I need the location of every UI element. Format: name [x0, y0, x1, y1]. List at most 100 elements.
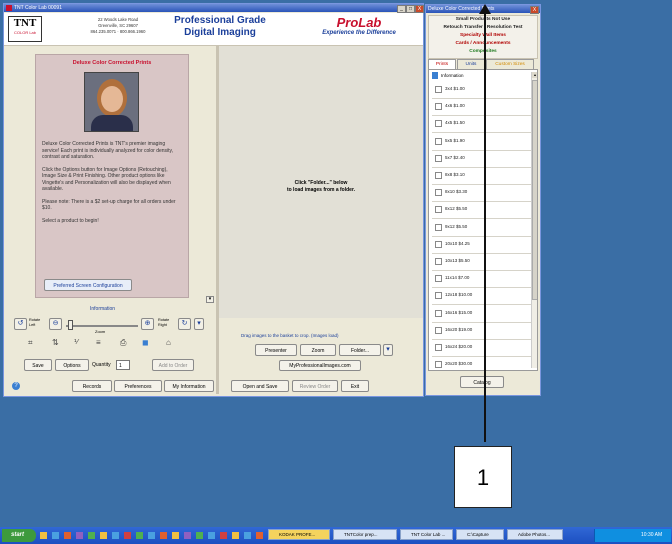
- flip-icon[interactable]: ⇅: [52, 338, 59, 347]
- price-item-checkbox[interactable]: [435, 86, 442, 93]
- preferences-button[interactable]: Preferences: [114, 380, 162, 392]
- price-list-item[interactable]: 9x12 $5.50: [432, 220, 533, 237]
- add-to-order-label: Add to Order: [158, 363, 188, 369]
- open-save-button[interactable]: Open and Save: [231, 380, 289, 392]
- folder-button[interactable]: Folder...: [339, 344, 381, 356]
- options-button[interactable]: Options: [55, 359, 89, 371]
- price-item-checkbox[interactable]: [435, 120, 442, 128]
- price-item-checkbox[interactable]: [435, 240, 442, 248]
- start-button[interactable]: start: [2, 529, 36, 542]
- zoom-slider[interactable]: Zoom: [66, 320, 138, 334]
- center-zoom-button[interactable]: Zoom: [300, 344, 336, 356]
- price-item-checkbox[interactable]: [435, 344, 442, 351]
- price-item-checkbox[interactable]: [435, 172, 442, 179]
- price-list-scrollbar[interactable]: ▴: [531, 72, 537, 368]
- category-tab[interactable]: Prints: [428, 59, 456, 69]
- price-list-item[interactable]: 8x8 $3.10: [432, 168, 533, 185]
- my-images-label: MyProfessionalImages.com: [289, 363, 351, 369]
- price-list-item[interactable]: 8x10 $3.30: [432, 185, 533, 203]
- price-list-item[interactable]: 4x5 $1.50: [432, 116, 533, 134]
- category-menu: Small Products Not Use Retouch Transfer /…: [428, 15, 538, 59]
- price-list-item[interactable]: 16x24 $20.00: [432, 340, 533, 357]
- help-icon[interactable]: ?: [12, 382, 20, 390]
- price-list-item[interactable]: 8x12 $5.50: [432, 202, 533, 220]
- category-tab[interactable]: Custom Sizes: [486, 59, 534, 69]
- zoom-out-button[interactable]: ⊖: [49, 318, 62, 330]
- description-para3: Please note: There is a $2 set-up charge…: [42, 198, 176, 212]
- price-list-item[interactable]: 16x20 $19.00: [432, 323, 533, 340]
- price-item-checkbox[interactable]: [435, 103, 442, 111]
- price-list-item[interactable]: 16x16 $15.00: [432, 306, 533, 323]
- price-item-label: 16x20 $19.00: [445, 326, 473, 332]
- price-item-checkbox[interactable]: [435, 189, 442, 197]
- price-item-checkbox[interactable]: [435, 223, 442, 231]
- my-information-button[interactable]: My Information: [164, 380, 214, 392]
- price-item-checkbox[interactable]: [435, 137, 442, 145]
- quantity-input[interactable]: 1: [116, 360, 130, 370]
- expand-controls-button[interactable]: ▾: [194, 318, 204, 330]
- price-item-checkbox[interactable]: [435, 206, 442, 214]
- price-item-checkbox[interactable]: [435, 275, 442, 283]
- color-icon[interactable]: ◼: [142, 338, 149, 347]
- my-information-label: My Information: [172, 384, 206, 390]
- hint-line1: Click "Folder..." below: [294, 180, 348, 186]
- price-item-checkbox[interactable]: [435, 154, 442, 162]
- taskbar-task-button[interactable]: C:\Capture: [456, 529, 504, 540]
- price-item-label: 20x20 $30.00: [445, 361, 473, 367]
- quick-launch: [40, 530, 266, 541]
- price-item-checkbox[interactable]: [435, 326, 442, 334]
- price-list-item[interactable]: 5x7 $2.40: [432, 151, 533, 168]
- price-list-item[interactable]: 12x18 $10.00: [432, 288, 533, 306]
- catalog-button[interactable]: Catalog: [460, 376, 504, 388]
- price-list-item[interactable]: 4x6 $1.00: [432, 99, 533, 117]
- left-pane: Deluxe Color Corrected Prints Deluxe Col…: [4, 46, 216, 303]
- rotate-right-button[interactable]: ↻: [178, 318, 191, 330]
- add-to-order-button[interactable]: Add to Order: [152, 359, 194, 371]
- price-list-item[interactable]: 11x14 $7.00: [432, 271, 533, 289]
- print-icon[interactable]: ⎙: [120, 338, 126, 348]
- category-menu-item[interactable]: Small Products Not Use: [429, 17, 537, 22]
- taskbar-task-button[interactable]: TNT Color Lab ...: [400, 529, 453, 540]
- price-list-item[interactable]: 20x20 $30.00: [432, 357, 533, 370]
- product-window-close-button[interactable]: X: [530, 6, 539, 14]
- exit-button[interactable]: Exit: [341, 380, 369, 392]
- controls-area: Information ↺ Rotate Left ⊖ Zoom ⊕ Rotat…: [4, 302, 216, 396]
- scrollbar-thumb[interactable]: [532, 80, 537, 300]
- category-tab[interactable]: Units: [457, 59, 485, 69]
- price-item-checkbox[interactable]: [435, 361, 442, 369]
- adjust-icon[interactable]: ≡: [96, 338, 101, 347]
- price-item-checkbox[interactable]: [435, 309, 442, 317]
- price-item-checkbox[interactable]: [435, 292, 442, 300]
- category-menu-item[interactable]: Specialty Wall Items: [429, 33, 537, 38]
- my-images-link[interactable]: MyProfessionalImages.com: [279, 360, 361, 371]
- maximize-button[interactable]: □: [406, 5, 415, 13]
- price-list-item[interactable]: 10x10 $4.25: [432, 237, 533, 254]
- save-button[interactable]: Save: [24, 359, 52, 371]
- taskbar-task-button[interactable]: Adobe Photos...: [507, 529, 563, 540]
- presenter-button[interactable]: Presenter: [255, 344, 297, 356]
- rotate-left-button[interactable]: ↺: [14, 318, 27, 330]
- price-list-item[interactable]: 10x13 $5.50: [432, 254, 533, 271]
- price-list-item[interactable]: 5x5 $1.90: [432, 134, 533, 151]
- review-order-button[interactable]: Review Order: [292, 380, 338, 392]
- category-menu-item[interactable]: Cards / Announcements: [429, 41, 537, 46]
- taskbar-task-button[interactable]: TNTColor prep...: [333, 529, 397, 540]
- price-item-label: 8x8 $3.10: [445, 172, 465, 177]
- price-item-checkbox[interactable]: [435, 258, 442, 265]
- close-button[interactable]: X: [415, 5, 424, 13]
- price-list-item[interactable]: 3x4 $1.00: [432, 82, 533, 99]
- ratio-icon[interactable]: ⅟: [74, 338, 78, 346]
- frame-icon[interactable]: ⌂: [166, 338, 171, 347]
- preferred-screen-config-button[interactable]: Preferred Screen Configuration: [44, 279, 132, 291]
- taskbar-task-button[interactable]: KODAK PROFE...: [268, 529, 330, 540]
- app-icon: [6, 5, 12, 11]
- crop-icon[interactable]: ⌗: [28, 338, 33, 348]
- main-window-titlebar[interactable]: TNT Color Lab 00091: [4, 4, 423, 12]
- zoom-in-button[interactable]: ⊕: [141, 318, 154, 330]
- category-menu-item[interactable]: Retouch Transfer / Resolution Test: [429, 25, 537, 30]
- minimize-button[interactable]: _: [397, 5, 406, 13]
- headline-line1: Professional Grade: [174, 15, 266, 26]
- category-menu-item[interactable]: Composites: [429, 49, 537, 54]
- records-button[interactable]: Records: [72, 380, 112, 392]
- folder-dropdown-button[interactable]: ▾: [383, 344, 393, 356]
